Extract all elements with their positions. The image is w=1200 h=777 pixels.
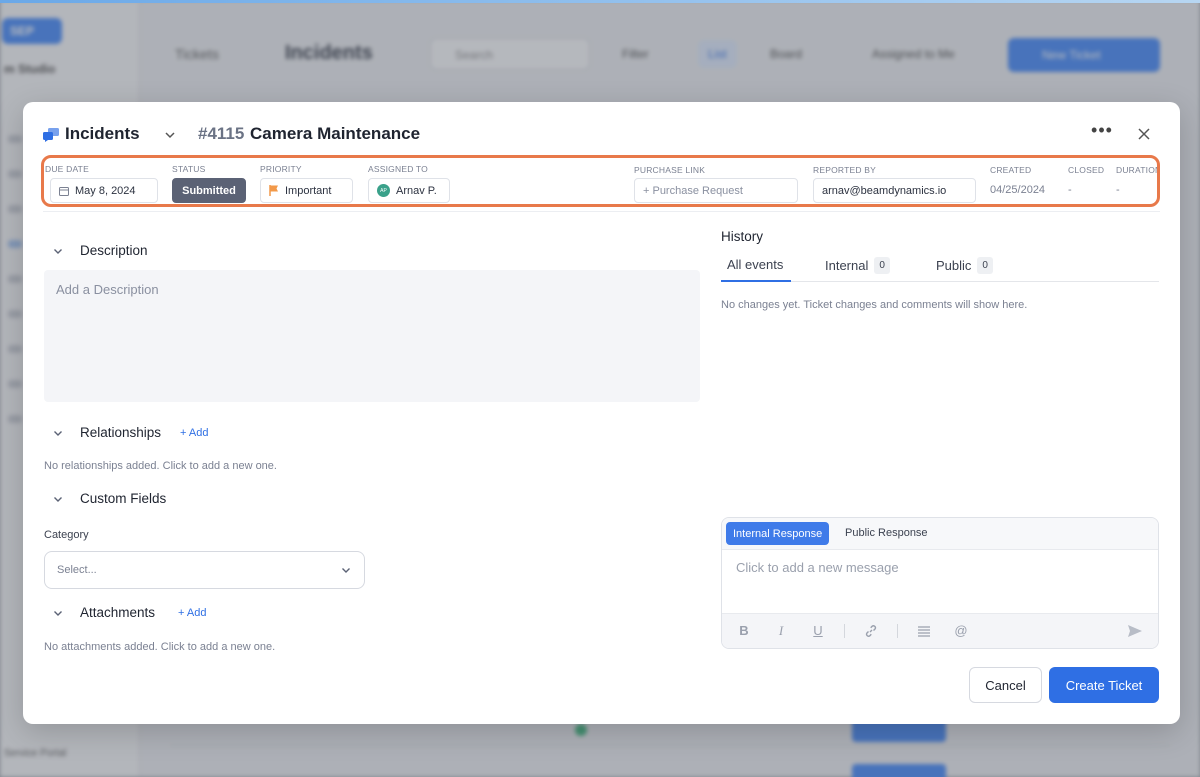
toolbar-divider	[897, 624, 898, 638]
link-icon[interactable]	[863, 623, 879, 639]
tab-internal[interactable]: Internal 0	[825, 257, 890, 274]
due-date-field[interactable]: May 8, 2024	[50, 178, 158, 203]
relationships-heading[interactable]: Relationships	[80, 425, 161, 440]
tab-internal-response[interactable]: Internal Response	[726, 522, 830, 545]
category-select-value: Select...	[57, 564, 97, 576]
tab-label: Internal	[825, 258, 869, 273]
divider	[43, 211, 1160, 212]
chevron-down-icon[interactable]	[163, 128, 177, 142]
chevron-down-icon	[342, 568, 350, 573]
history-heading: History	[721, 229, 764, 244]
italic-icon[interactable]: I	[773, 623, 789, 639]
active-tab-indicator	[721, 280, 791, 282]
description-heading[interactable]: Description	[80, 243, 148, 258]
close-icon[interactable]	[1136, 126, 1152, 142]
ticket-title[interactable]: Camera Maintenance	[250, 124, 420, 144]
composer-tabs: Internal Response Public Response	[722, 518, 1158, 550]
tab-label: All events	[727, 257, 784, 272]
due-date-value: May 8, 2024	[75, 184, 136, 197]
category-label: Category	[44, 529, 89, 541]
relationships-empty[interactable]: No relationships added. Click to add a n…	[44, 460, 277, 472]
calendar-icon	[59, 186, 69, 196]
bold-icon[interactable]: B	[736, 623, 752, 639]
chevron-down-icon[interactable]	[52, 427, 64, 439]
ticket-modal: Incidents #4115 Camera Maintenance ••• D…	[23, 102, 1180, 724]
priority-field[interactable]: Important	[260, 178, 353, 203]
status-label: STATUS	[172, 164, 206, 174]
avatar: AP	[377, 184, 390, 197]
tab-public-response[interactable]: Public Response	[845, 527, 928, 539]
create-ticket-button[interactable]: Create Ticket	[1049, 667, 1159, 703]
tab-all-events[interactable]: All events	[727, 257, 783, 272]
flag-icon	[269, 185, 278, 196]
top-accent-line	[0, 0, 1200, 3]
list-icon[interactable]	[916, 623, 932, 639]
composer-toolbar: B I U @	[722, 613, 1158, 648]
category-select[interactable]: Select...	[44, 551, 365, 589]
ticket-number: #4115	[198, 124, 245, 143]
history-empty: No changes yet. Ticket changes and comme…	[721, 299, 1028, 311]
custom-fields-heading[interactable]: Custom Fields	[80, 491, 166, 506]
send-icon[interactable]	[1127, 623, 1143, 639]
reported-by-label: REPORTED BY	[813, 165, 876, 175]
purchase-request-input[interactable]: + Purchase Request	[634, 178, 798, 203]
toolbar-divider	[844, 624, 845, 638]
add-attachment-button[interactable]: + Add	[178, 607, 206, 619]
attachments-heading[interactable]: Attachments	[80, 605, 155, 620]
assigned-to-value: Arnav P.	[396, 184, 437, 197]
project-name[interactable]: Incidents	[65, 124, 140, 144]
more-horizontal-icon[interactable]: •••	[1091, 121, 1113, 142]
assigned-to-label: ASSIGNED TO	[368, 164, 428, 174]
count-badge: 0	[977, 257, 993, 274]
closed-label: CLOSED	[1068, 165, 1105, 175]
chevron-down-icon[interactable]	[52, 245, 64, 257]
purchase-link-label: PURCHASE LINK	[634, 165, 706, 175]
chevron-down-icon[interactable]	[52, 493, 64, 505]
priority-value: Important	[285, 184, 332, 197]
tab-label: Public	[936, 258, 972, 273]
underline-icon[interactable]: U	[810, 623, 826, 639]
incidents-icon	[43, 128, 59, 142]
attachments-empty[interactable]: No attachments added. Click to add a new…	[44, 641, 275, 653]
due-date-label: DUE DATE	[45, 164, 89, 174]
count-badge: 0	[874, 257, 890, 274]
created-label: CREATED	[990, 165, 1032, 175]
description-input[interactable]: Add a Description	[44, 270, 700, 402]
status-badge[interactable]: Submitted	[172, 178, 246, 203]
duration-value: -	[1116, 184, 1120, 196]
assigned-to-field[interactable]: AP Arnav P.	[368, 178, 450, 203]
priority-label: PRIORITY	[260, 164, 302, 174]
cancel-button[interactable]: Cancel	[969, 667, 1042, 703]
message-composer: Internal Response Public Response Click …	[721, 517, 1159, 649]
add-relationship-button[interactable]: + Add	[180, 427, 208, 439]
reported-by-field[interactable]: arnav@beamdynamics.io	[813, 178, 976, 203]
tab-public[interactable]: Public 0	[936, 257, 993, 274]
ticket-fields-row: DUE DATE May 8, 2024 STATUS Submitted PR…	[41, 155, 1160, 207]
chevron-down-icon[interactable]	[52, 607, 64, 619]
duration-label: DURATION	[1116, 165, 1160, 175]
mention-icon[interactable]: @	[953, 623, 969, 639]
closed-value: -	[1068, 184, 1072, 196]
message-input[interactable]: Click to add a new message	[736, 560, 899, 575]
created-value: 04/25/2024	[990, 184, 1046, 196]
